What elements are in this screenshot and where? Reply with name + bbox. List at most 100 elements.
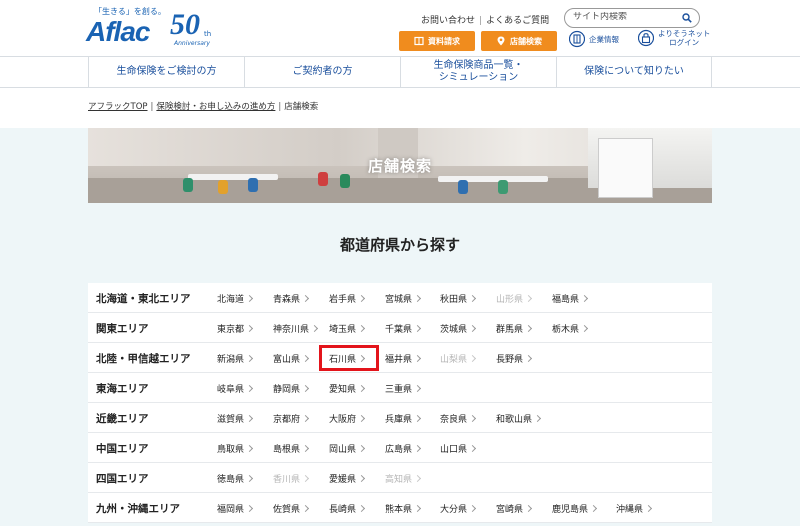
prefecture-link[interactable]: 愛媛県 (329, 472, 366, 485)
prefecture-link[interactable]: 奈良県 (440, 412, 477, 425)
prefecture-link[interactable]: 岡山県 (329, 442, 366, 455)
store-search-button[interactable]: 店舗検索 (481, 31, 557, 51)
nav-item-learn[interactable]: 保険について知りたい (556, 57, 712, 87)
prefecture-link[interactable]: 福島県 (552, 292, 589, 305)
prefecture-name: 長野県 (496, 355, 524, 365)
chevron-right-icon (357, 384, 366, 393)
prefecture-link[interactable]: 熊本県 (385, 502, 422, 515)
chevron-right-icon (413, 504, 422, 513)
prefecture-link[interactable]: 三重県 (385, 382, 422, 395)
prefecture-link[interactable]: 埼玉県 (329, 322, 366, 335)
prefecture-table: 北海道・東北エリア 北海道 青森県 岩手県 宮城県 秋田県 山形県 福島県 関東エリア 東京都 神奈… (88, 283, 712, 523)
chevron-right-icon (301, 294, 310, 303)
prefecture-link[interactable]: 茨城県 (440, 322, 477, 335)
nav-item-considering[interactable]: 生命保険をご検討の方 (88, 57, 244, 87)
prefecture-name: 富山県 (273, 355, 301, 365)
prefecture-link[interactable]: 岩手県 (329, 292, 366, 305)
docs-request-button[interactable]: 資料請求 (399, 31, 475, 51)
prefecture-link[interactable]: 鳥取県 (217, 442, 254, 455)
chevron-right-icon (468, 444, 477, 453)
nav-item-products[interactable]: 生命保険商品一覧・ シミュレーション (400, 57, 556, 87)
nav-item-policyholders[interactable]: ご契約者の方 (244, 57, 400, 87)
prefecture-link[interactable]: 静岡県 (273, 382, 310, 395)
chevron-right-icon (468, 324, 477, 333)
breadcrumb-home[interactable]: アフラックTOP (88, 102, 148, 112)
prefecture-link: 香川県 (273, 472, 310, 485)
prefecture-link[interactable]: 千葉県 (385, 322, 422, 335)
prefecture-link[interactable]: 栃木県 (552, 322, 589, 335)
chevron-right-icon (524, 294, 533, 303)
prefecture-link[interactable]: 兵庫県 (385, 412, 422, 425)
net-login-line2: ログイン (669, 38, 700, 47)
prefecture-link[interactable]: 島根県 (273, 442, 310, 455)
chevron-right-icon (245, 294, 254, 303)
prefecture-name: 福井県 (385, 355, 413, 365)
breadcrumb-middle[interactable]: 保険検討・お申し込みの進め方 (156, 102, 275, 112)
logo-wordmark: Aflac (86, 16, 150, 47)
prefecture-link[interactable]: 東京都 (217, 322, 254, 335)
prefecture-link[interactable]: 宮城県 (385, 292, 422, 305)
prefecture-name: 兵庫県 (385, 415, 413, 425)
company-info-link[interactable]: 企業情報 (569, 30, 619, 48)
building-icon (569, 30, 585, 48)
prefecture-name: 福岡県 (217, 505, 245, 515)
contact-link[interactable]: お問い合わせ (421, 16, 475, 26)
prefecture-link[interactable]: 福岡県 (217, 502, 254, 515)
prefecture-link[interactable]: 徳島県 (217, 472, 254, 485)
region-row: 九州・沖縄エリア 福岡県 佐賀県 長崎県 熊本県 大分県 宮崎県 鹿児島県 沖縄県 (88, 493, 712, 523)
prefecture-name: 宮崎県 (496, 505, 524, 515)
prefecture-link[interactable]: 愛知県 (329, 382, 366, 395)
prefecture-link[interactable]: 鹿児島県 (552, 502, 598, 515)
prefecture-link[interactable]: 青森県 (273, 292, 310, 305)
prefecture-name: 茨城県 (440, 325, 468, 335)
chevron-right-icon (245, 444, 254, 453)
chevron-right-icon (468, 354, 477, 363)
prefecture-link[interactable]: 滋賀県 (217, 412, 254, 425)
prefecture-link[interactable]: 秋田県 (440, 292, 477, 305)
prefecture-name: 栃木県 (552, 325, 580, 335)
prefecture-link[interactable]: 長野県 (496, 352, 533, 365)
link-separator: | (479, 16, 483, 26)
prefecture-link[interactable]: 宮崎県 (496, 502, 533, 515)
prefecture-link[interactable]: 富山県 (273, 352, 310, 365)
chevron-right-icon (524, 504, 533, 513)
prefecture-name: 北海道 (217, 295, 245, 305)
region-row: 北陸・甲信越エリア 新潟県 富山県 石川県 福井県 山梨県 長野県 (88, 343, 712, 373)
chevron-right-icon (524, 354, 533, 363)
logo-anniversary: Anniversary (174, 40, 210, 47)
chevron-right-icon (468, 294, 477, 303)
prefecture-link[interactable]: 京都府 (273, 412, 310, 425)
prefecture-name: 高知県 (385, 475, 413, 485)
prefecture-link[interactable]: 山口県 (440, 442, 477, 455)
faq-link[interactable]: よくあるご質問 (486, 16, 549, 26)
prefecture-link[interactable]: 長崎県 (329, 502, 366, 515)
search-input[interactable] (573, 12, 673, 22)
chevron-right-icon (245, 414, 254, 423)
prefecture-link[interactable]: 新潟県 (217, 352, 254, 365)
prefecture-link[interactable]: 群馬県 (496, 322, 533, 335)
chevron-right-icon (245, 474, 254, 483)
prefecture-link[interactable]: 和歌山県 (496, 412, 542, 425)
aflac-logo[interactable]: 「生きる」を創る。 Aflac 50 th Anniversary (86, 6, 226, 50)
prefecture-name: 沖縄県 (616, 505, 644, 515)
net-login-link[interactable]: よりそうネット ログイン (638, 29, 710, 47)
chevron-right-icon (357, 474, 366, 483)
chevron-right-icon (301, 414, 310, 423)
lock-icon (638, 29, 654, 47)
prefecture-link[interactable]: 岐阜県 (217, 382, 254, 395)
prefecture-name: 愛知県 (329, 385, 357, 395)
prefecture-link[interactable]: 大阪府 (329, 412, 366, 425)
prefecture-link[interactable]: 神奈川県 (273, 322, 319, 335)
prefecture-link[interactable]: 北海道 (217, 292, 254, 305)
region-row: 北海道・東北エリア 北海道 青森県 岩手県 宮城県 秋田県 山形県 福島県 (88, 283, 712, 313)
prefecture-name: 埼玉県 (329, 325, 357, 335)
prefecture-name: 長崎県 (329, 505, 357, 515)
prefecture-link[interactable]: 福井県 (385, 352, 422, 365)
search-icon[interactable] (682, 13, 692, 23)
prefecture-link: 山形県 (496, 292, 533, 305)
prefecture-link[interactable]: 広島県 (385, 442, 422, 455)
chevron-right-icon (301, 354, 310, 363)
prefecture-link[interactable]: 沖縄県 (616, 502, 653, 515)
prefecture-link[interactable]: 佐賀県 (273, 502, 310, 515)
prefecture-link[interactable]: 大分県 (440, 502, 477, 515)
